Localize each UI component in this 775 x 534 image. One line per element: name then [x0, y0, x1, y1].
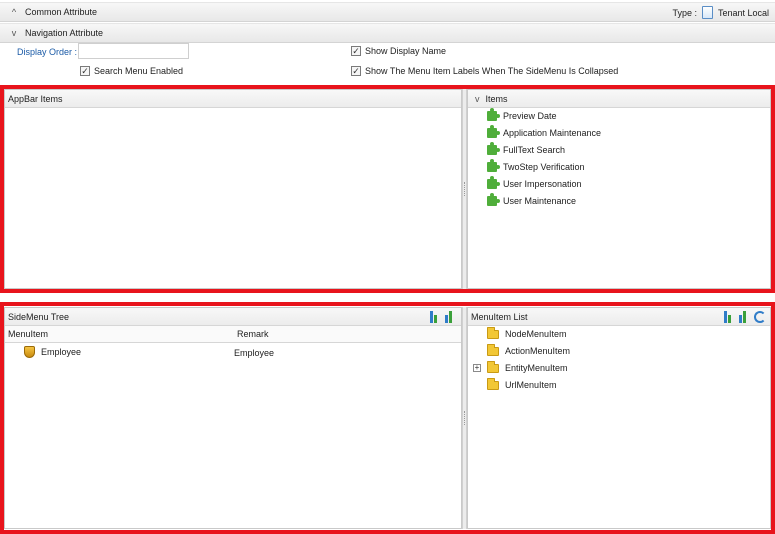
search-menu-enabled-option[interactable]: ✓ Search Menu Enabled	[80, 66, 183, 76]
navigation-attribute-header[interactable]: v Navigation Attribute	[0, 23, 775, 43]
show-display-name-checkbox[interactable]: ✓	[351, 46, 361, 56]
common-attribute-header[interactable]: ^ Common Attribute Type : Tenant Local	[0, 2, 775, 22]
type-indicator: Type : Tenant Local	[672, 6, 769, 19]
show-labels-collapsed-option[interactable]: ✓ Show The Menu Item Labels When The Sid…	[351, 66, 618, 76]
navigation-attribute-title: Navigation Attribute	[25, 28, 104, 38]
common-attribute-title: Common Attribute	[25, 7, 98, 17]
document-icon	[701, 6, 713, 19]
display-order-label: Display Order :	[17, 47, 78, 57]
show-labels-collapsed-checkbox[interactable]: ✓	[351, 66, 361, 76]
search-menu-enabled-checkbox[interactable]: ✓	[80, 66, 90, 76]
chevron-up-icon[interactable]: ^	[8, 7, 20, 17]
type-label: Type :	[672, 7, 697, 18]
chevron-down-icon[interactable]: v	[8, 28, 20, 38]
type-value: Tenant Local	[717, 7, 769, 18]
search-menu-enabled-label: Search Menu Enabled	[94, 66, 184, 76]
show-labels-collapsed-label: Show The Menu Item Labels When The SideM…	[365, 66, 619, 76]
upper-highlight-frame	[0, 85, 775, 293]
display-order-input[interactable]	[78, 43, 189, 59]
show-display-name-label: Show Display Name	[365, 46, 447, 56]
show-display-name-option[interactable]: ✓ Show Display Name	[351, 46, 446, 56]
lower-highlight-frame	[0, 302, 775, 534]
